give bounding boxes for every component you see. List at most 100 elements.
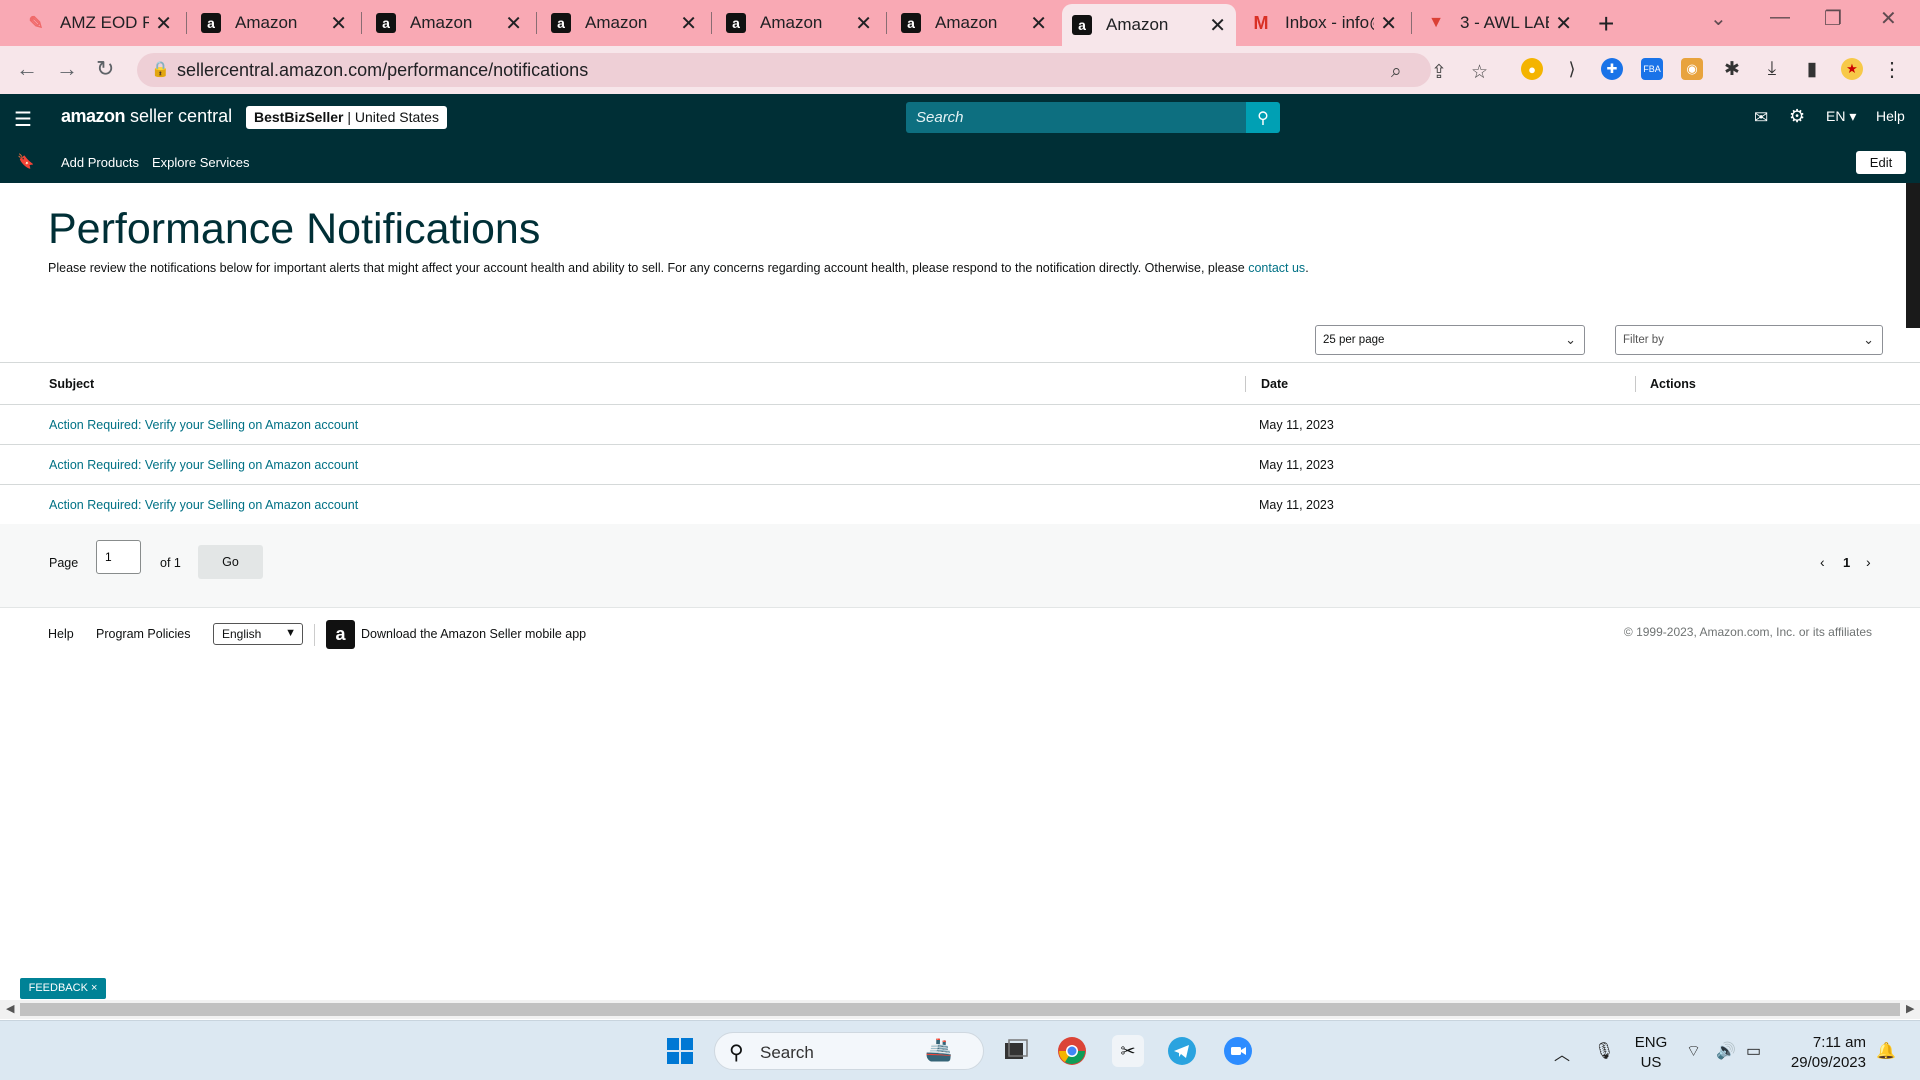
browser-tab[interactable]: a Amazon ✕: [891, 6, 1057, 40]
zoom-icon[interactable]: ⌕: [1391, 61, 1402, 83]
store-switcher[interactable]: BestBizSeller | United States: [246, 106, 447, 129]
close-tab-icon[interactable]: ✕: [855, 11, 872, 36]
fba-extension-icon[interactable]: FBA: [1641, 58, 1663, 80]
gear-icon[interactable]: ⚙: [1789, 106, 1805, 127]
snipping-tool-icon[interactable]: ✂: [1112, 1035, 1144, 1067]
help-link[interactable]: Help: [1876, 108, 1905, 124]
task-view-icon[interactable]: [1000, 1035, 1032, 1067]
browser-tab[interactable]: ▼ 3 - AWL LABE ✕: [1416, 6, 1582, 40]
footer-language-select[interactable]: English ▼: [213, 623, 303, 645]
footer-app-download-link[interactable]: Download the Amazon Seller mobile app: [361, 627, 586, 641]
language-switcher[interactable]: EN ▾: [1826, 108, 1856, 125]
bookmark-star-icon[interactable]: ☆: [1471, 61, 1488, 84]
extension-icon[interactable]: ●: [1521, 58, 1543, 80]
amazon-app-icon[interactable]: a: [326, 620, 355, 649]
prev-page-icon[interactable]: ‹: [1820, 554, 1825, 570]
hamburger-menu-icon[interactable]: ☰: [14, 107, 32, 132]
browser-tab[interactable]: a Amazon ✕: [366, 6, 532, 40]
header-search-input[interactable]: [906, 102, 1246, 133]
close-tab-icon[interactable]: ✕: [1209, 13, 1226, 38]
microphone-icon[interactable]: 🎙: [1594, 1041, 1614, 1061]
edit-nav-button[interactable]: Edit: [1856, 151, 1906, 174]
close-window-icon[interactable]: ✕: [1880, 6, 1897, 31]
column-header-subject[interactable]: Subject: [49, 377, 94, 391]
side-panel-icon[interactable]: ▮: [1801, 58, 1823, 80]
scroll-right-icon[interactable]: ▶: [1906, 1002, 1914, 1015]
back-icon[interactable]: ←: [16, 56, 38, 82]
scroll-left-icon[interactable]: ◀: [6, 1002, 14, 1015]
close-tab-icon[interactable]: ✕: [330, 11, 347, 36]
zoom-icon[interactable]: [1222, 1035, 1254, 1067]
close-tab-icon[interactable]: ✕: [1030, 11, 1047, 36]
notification-subject-link[interactable]: Action Required: Verify your Selling on …: [49, 458, 358, 472]
close-tab-icon[interactable]: ✕: [680, 11, 697, 36]
bookmark-icon[interactable]: 🔖: [17, 153, 34, 170]
battery-icon[interactable]: ▭: [1746, 1041, 1761, 1061]
share-icon[interactable]: ⇪: [1431, 61, 1447, 84]
per-page-select[interactable]: 25 per page ⌄: [1315, 325, 1585, 355]
amazon-icon: a: [901, 13, 921, 33]
close-tab-icon[interactable]: ✕: [1555, 11, 1572, 36]
mail-icon[interactable]: ✉: [1754, 108, 1768, 128]
close-tab-icon[interactable]: ✕: [155, 11, 172, 36]
footer-divider: [314, 624, 315, 646]
browser-tab[interactable]: a Amazon ✕: [191, 6, 357, 40]
extension-icon[interactable]: ⟩: [1561, 58, 1583, 80]
notification-subject-link[interactable]: Action Required: Verify your Selling on …: [49, 498, 358, 512]
windows-start-icon[interactable]: [664, 1035, 696, 1067]
search-button[interactable]: ⚲: [1246, 102, 1280, 133]
filter-select[interactable]: Filter by ⌄: [1615, 325, 1883, 355]
extension-icon[interactable]: ✚: [1601, 58, 1623, 80]
restore-icon[interactable]: ❐: [1824, 6, 1842, 31]
scrollbar-thumb[interactable]: [20, 1003, 1900, 1016]
browser-tab[interactable]: a Amazon ✕: [716, 6, 882, 40]
lock-icon[interactable]: 🔒: [151, 60, 170, 78]
extensions-puzzle-icon[interactable]: ✱: [1721, 58, 1743, 80]
address-bar[interactable]: 🔒 sellercentral.amazon.com/performance/n…: [137, 53, 1488, 87]
page-label: Page: [49, 556, 79, 570]
horizontal-scrollbar[interactable]: ◀ ▶: [0, 1000, 1920, 1019]
reload-icon[interactable]: ↻: [96, 56, 114, 82]
column-header-date[interactable]: Date: [1261, 377, 1288, 391]
browser-tab[interactable]: M Inbox - info@ ✕: [1241, 6, 1407, 40]
close-tab-icon[interactable]: ✕: [505, 11, 522, 36]
notifications-icon[interactable]: 🔔: [1876, 1041, 1896, 1061]
nav-add-products[interactable]: Add Products: [61, 155, 139, 170]
contact-us-link[interactable]: contact us: [1248, 261, 1305, 275]
close-tab-icon[interactable]: ✕: [1380, 11, 1397, 36]
header-search-field[interactable]: [906, 102, 1246, 133]
tab-search-icon[interactable]: ⌄: [1710, 6, 1727, 31]
side-widget[interactable]: [1906, 183, 1920, 328]
page-number-link[interactable]: 1: [1843, 555, 1850, 570]
input-language-indicator[interactable]: ENG US: [1633, 1033, 1669, 1073]
minimize-icon[interactable]: —: [1770, 6, 1790, 29]
extension-icon[interactable]: ◉: [1681, 58, 1703, 80]
footer-program-policies-link[interactable]: Program Policies: [96, 627, 190, 641]
nav-explore-services[interactable]: Explore Services: [152, 155, 250, 170]
search-icon: ⚲: [1257, 109, 1269, 127]
profile-avatar[interactable]: ★: [1841, 58, 1863, 80]
footer-help-link[interactable]: Help: [48, 627, 74, 641]
volume-icon[interactable]: 🔊: [1716, 1041, 1736, 1061]
page-number-input[interactable]: [96, 540, 141, 574]
taskbar-clock[interactable]: 7:11 am 29/09/2023: [1770, 1033, 1866, 1073]
taskbar-search[interactable]: ⚲ Search 🚢: [714, 1032, 984, 1070]
browser-toolbar: ← → ↻ 🔒 sellercentral.amazon.com/perform…: [0, 46, 1920, 94]
chrome-icon[interactable]: [1056, 1035, 1088, 1067]
download-icon[interactable]: ⤓: [1761, 58, 1783, 80]
browser-tab-active[interactable]: a Amazon ✕: [1062, 4, 1236, 46]
telegram-icon[interactable]: [1166, 1035, 1198, 1067]
forward-icon[interactable]: →: [56, 56, 78, 82]
wifi-icon[interactable]: ⌔: [1686, 1041, 1701, 1061]
notification-subject-link[interactable]: Action Required: Verify your Selling on …: [49, 418, 358, 432]
seller-central-logo[interactable]: amazon seller central: [61, 106, 232, 127]
browser-menu-icon[interactable]: ⋮: [1881, 58, 1903, 81]
go-button[interactable]: Go: [198, 545, 263, 579]
next-page-icon[interactable]: ›: [1866, 554, 1871, 570]
feedback-button[interactable]: FEEDBACK ×: [20, 978, 106, 999]
browser-tab[interactable]: ✎ AMZ EOD Re ✕: [16, 6, 182, 40]
new-tab-icon[interactable]: +: [1598, 8, 1614, 40]
tray-overflow-icon[interactable]: ︿: [1554, 1041, 1570, 1065]
browser-tab[interactable]: a Amazon ✕: [541, 6, 707, 40]
url-text[interactable]: sellercentral.amazon.com/performance/not…: [177, 60, 588, 81]
